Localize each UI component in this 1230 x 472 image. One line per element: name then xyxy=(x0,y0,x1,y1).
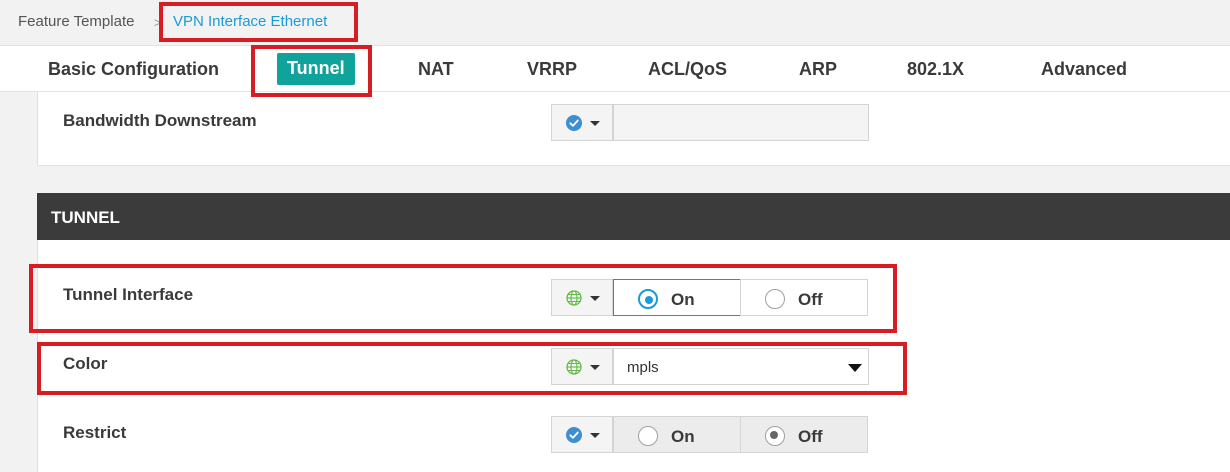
radio-checked-icon xyxy=(765,426,785,446)
radio-label: Off xyxy=(798,290,823,309)
restrict-label: Restrict xyxy=(63,423,127,442)
radio-unchecked-icon xyxy=(638,426,658,446)
color-label: Color xyxy=(63,354,108,373)
bandwidth-downstream-input[interactable] xyxy=(613,104,869,141)
breadcrumb-separator: > xyxy=(154,15,162,30)
tab-basic-configuration[interactable]: Basic Configuration xyxy=(48,59,219,80)
radio-label: On xyxy=(671,290,695,309)
radio-label: On xyxy=(671,427,695,446)
restrict-scope-dropdown[interactable] xyxy=(551,416,613,453)
chevron-down-icon xyxy=(590,365,600,370)
tab-arp[interactable]: ARP xyxy=(799,59,837,80)
radio-unchecked-icon xyxy=(765,289,785,309)
restrict-on-radio[interactable]: On xyxy=(613,416,741,453)
color-select[interactable]: mpls xyxy=(613,348,869,385)
tunnel-interface-on-radio[interactable]: On xyxy=(613,279,741,316)
chevron-down-icon xyxy=(590,433,600,438)
caret-down-icon xyxy=(848,364,862,372)
tab-tunnel[interactable]: Tunnel xyxy=(277,53,355,85)
restrict-off-radio[interactable]: Off xyxy=(740,416,868,453)
tab-bar: Basic Configuration Tunnel NAT VRRP ACL/… xyxy=(0,45,1230,92)
chevron-down-icon xyxy=(590,121,600,126)
tab-vrrp[interactable]: VRRP xyxy=(527,59,577,80)
tab-802-1x[interactable]: 802.1X xyxy=(907,59,964,80)
breadcrumb-feature-template[interactable]: Feature Template xyxy=(18,13,134,30)
globe-icon xyxy=(566,290,582,306)
check-circle-icon xyxy=(566,427,582,443)
color-select-value: mpls xyxy=(627,359,659,376)
tunnel-interface-off-radio[interactable]: Off xyxy=(740,279,868,316)
color-scope-dropdown[interactable] xyxy=(551,348,613,385)
tab-acl-qos[interactable]: ACL/QoS xyxy=(648,59,727,80)
section-title: TUNNEL xyxy=(51,208,120,227)
tab-nat[interactable]: NAT xyxy=(418,59,454,80)
globe-icon xyxy=(566,359,582,375)
bandwidth-downstream-label: Bandwidth Downstream xyxy=(63,111,257,130)
radio-label: Off xyxy=(798,427,823,446)
chevron-down-icon xyxy=(590,296,600,301)
bandwidth-scope-dropdown[interactable] xyxy=(551,104,613,141)
tab-advanced[interactable]: Advanced xyxy=(1041,59,1127,80)
breadcrumb: Feature Template > VPN Interface Etherne… xyxy=(0,0,1230,44)
check-circle-icon xyxy=(566,115,582,131)
radio-checked-icon xyxy=(638,289,658,309)
tunnel-interface-label: Tunnel Interface xyxy=(63,285,194,304)
breadcrumb-current[interactable]: VPN Interface Ethernet xyxy=(173,13,327,30)
tunnel-section-header: TUNNEL xyxy=(37,193,1230,240)
tunnel-interface-scope-dropdown[interactable] xyxy=(551,279,613,316)
